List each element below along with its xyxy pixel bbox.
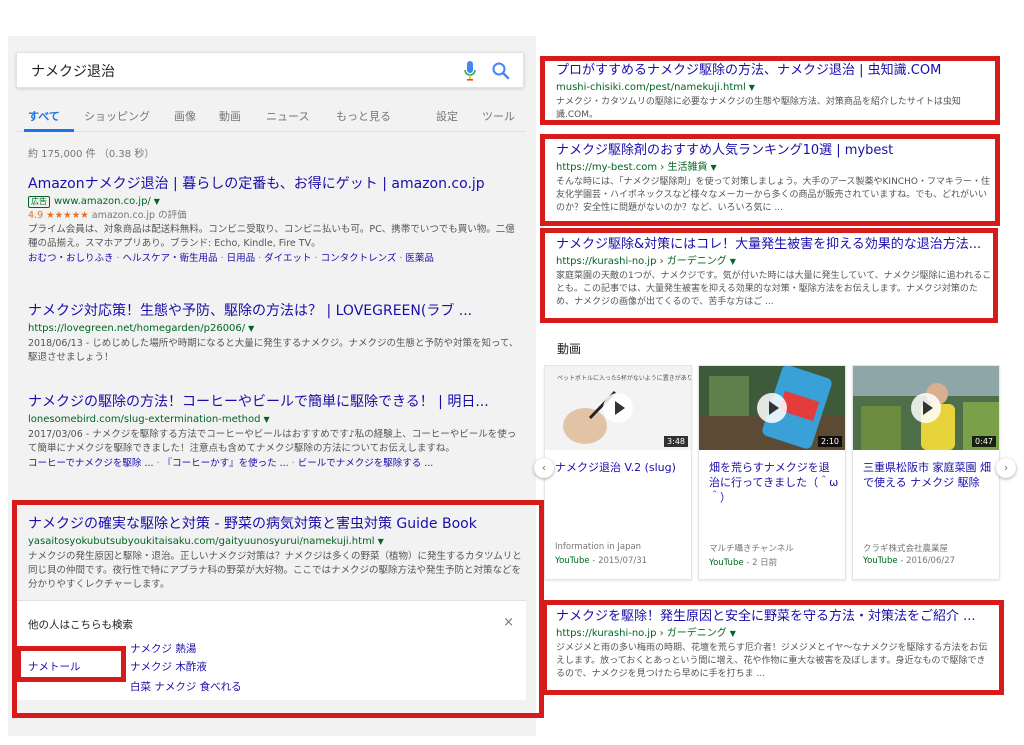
- sitelink[interactable]: コンタクトレンズ: [321, 253, 397, 264]
- video-source-name: YouTube: [709, 558, 744, 568]
- result-url: https://lovegreen.net/homegarden/p26006/…: [28, 322, 523, 336]
- highlight-box: [540, 56, 1000, 125]
- result-url-text[interactable]: lonesomebird.com/slug-extermination-meth…: [28, 414, 260, 425]
- search-icon[interactable]: [491, 61, 511, 81]
- highlight-box: [542, 600, 1004, 695]
- result-snippet: 2017/03/06 - ナメクジを駆除する方法でコーヒーやビールはおすすめです…: [28, 429, 517, 454]
- search-input[interactable]: ナメクジ退治: [16, 52, 524, 88]
- dropdown-arrow-icon[interactable]: ▼: [248, 324, 254, 333]
- play-icon[interactable]: [911, 393, 941, 423]
- video-source: YouTube - 2015/07/31: [555, 556, 648, 566]
- search-query-text[interactable]: ナメクジ退治: [31, 61, 115, 81]
- sitelink[interactable]: ダイエット: [264, 253, 311, 264]
- rating-line: 4.9 ★★★★★ amazon.co.jp の評価: [28, 209, 523, 222]
- deep-link[interactable]: ビールでナメクジを駆除する ...: [298, 458, 434, 469]
- deep-link[interactable]: コーヒーでナメクジを駆除 ...: [28, 458, 154, 469]
- result-url-text[interactable]: www.amazon.co.jp/: [54, 196, 151, 207]
- tab-more[interactable]: もっと見る: [336, 108, 391, 124]
- video-date: 2016/06/27: [906, 556, 956, 566]
- chevron-left-icon[interactable]: ‹: [534, 458, 554, 478]
- play-icon[interactable]: [757, 393, 787, 423]
- video-thumbnail[interactable]: 2:10: [699, 366, 845, 450]
- result-snippet: 2018/06/13 - じめじめした場所や時期になると大量に発生するナメクジ。…: [28, 338, 519, 363]
- video-source-name: YouTube: [863, 556, 898, 566]
- video-title[interactable]: 畑を荒らすナメクジを退治に行ってきました（＾ω＾）: [709, 460, 839, 505]
- video-duration: 2:10: [818, 436, 842, 447]
- result-snippet: プライム会員は、対象商品は配送料無料。コンビニ受取り、コンビニ払いも可。PC、携…: [28, 224, 515, 249]
- video-title[interactable]: 三重県松阪市 家庭菜園 畑で使える ナメクジ 駆除: [863, 460, 993, 490]
- video-source: YouTube - 2016/06/27: [863, 556, 956, 566]
- highlight-box: [540, 228, 998, 323]
- highlight-box: [16, 646, 126, 682]
- highlight-box: [12, 500, 544, 718]
- video-source-name: YouTube: [555, 556, 590, 566]
- tab-videos[interactable]: 動画: [219, 108, 241, 124]
- ad-result: Amazonナメクジ退治 | 暮らしの定番も、お得にゲット | amazon.c…: [28, 176, 523, 266]
- tab-news[interactable]: ニュース: [266, 108, 309, 124]
- dropdown-arrow-icon[interactable]: ▼: [263, 415, 269, 424]
- rating-value: 4.9: [28, 210, 44, 221]
- thumbnail-caption: ペットボトルに入った5杯がないように置きがあります。: [557, 374, 691, 382]
- result-title[interactable]: Amazonナメクジ退治 | 暮らしの定番も、お得にゲット | amazon.c…: [28, 176, 523, 193]
- highlight-box: [540, 134, 1000, 226]
- result-url-text[interactable]: https://lovegreen.net/homegarden/p26006/: [28, 323, 245, 334]
- microphone-icon[interactable]: [463, 60, 477, 82]
- play-icon[interactable]: [603, 393, 633, 423]
- search-result: ナメクジの駆除の方法！コーヒーやビールで簡単に駆除できる！ | 明日... lo…: [28, 394, 523, 471]
- video-card[interactable]: 2:10 畑を荒らすナメクジを退治に行ってきました（＾ω＾） マルチ囁きチャンネ…: [698, 365, 846, 580]
- video-channel: クラギ株式会社農業屋: [863, 544, 949, 554]
- video-title[interactable]: ナメクジ退治 V.2 (slug): [555, 460, 685, 475]
- video-channel: マルチ囁きチャンネル: [709, 544, 794, 554]
- result-url: 広告 www.amazon.co.jp/▼: [28, 195, 523, 209]
- tab-shopping[interactable]: ショッピング: [84, 108, 150, 124]
- search-tabs: すべて ショッピング 画像 動画 ニュース もっと見る 設定 ツール: [16, 98, 526, 132]
- tab-tools[interactable]: ツール: [482, 108, 515, 124]
- video-thumbnail[interactable]: ペットボトルに入った5杯がないように置きがあります。 3:48: [545, 366, 691, 450]
- video-card[interactable]: 0:47 三重県松阪市 家庭菜園 畑で使える ナメクジ 駆除 クラギ株式会社農業…: [852, 365, 1000, 580]
- ad-badge: 広告: [28, 196, 50, 208]
- result-url: lonesomebird.com/slug-extermination-meth…: [28, 413, 523, 427]
- dropdown-arrow-icon[interactable]: ▼: [154, 197, 160, 206]
- tab-settings[interactable]: 設定: [436, 108, 458, 124]
- videos-heading: 動画: [557, 342, 582, 356]
- video-duration: 0:47: [972, 436, 996, 447]
- sitelinks: おむつ・おしりふき · ヘルスケア・衛生用品 · 日用品 · ダイエット · コンタクトレンズ ·…: [28, 253, 434, 264]
- video-card[interactable]: ペットボトルに入った5杯がないように置きがあります。 3:48 ナメクジ退治 V…: [544, 365, 692, 580]
- search-result: ナメクジ対応策！生態や予防、駆除の方法は？ | LOVEGREEN(ラブ ...…: [28, 303, 523, 365]
- video-duration: 3:48: [664, 436, 688, 447]
- active-tab-indicator: [24, 129, 74, 132]
- rating-text: amazon.co.jp の評価: [91, 210, 187, 221]
- rating-stars-icon: ★★★★★: [46, 210, 89, 221]
- result-count: 約 175,000 件 （0.38 秒）: [28, 149, 155, 160]
- sitelink[interactable]: 医薬品: [405, 253, 434, 264]
- video-source: YouTube - 2 日前: [709, 558, 778, 568]
- video-channel: Information in Japan: [555, 542, 642, 552]
- deep-link[interactable]: 『コーヒーかす』を使った ...: [163, 458, 289, 469]
- video-date: 2015/07/31: [598, 556, 648, 566]
- sitelink[interactable]: ヘルスケア・衛生用品: [123, 253, 218, 264]
- sitelink[interactable]: おむつ・おしりふき: [28, 253, 114, 264]
- video-thumbnail[interactable]: 0:47: [853, 366, 999, 450]
- chevron-right-icon[interactable]: ›: [996, 458, 1016, 478]
- tab-all[interactable]: すべて: [28, 108, 60, 124]
- result-title[interactable]: ナメクジ対応策！生態や予防、駆除の方法は？ | LOVEGREEN(ラブ ...: [28, 303, 523, 320]
- tab-images[interactable]: 画像: [174, 108, 196, 124]
- sitelink[interactable]: 日用品: [227, 253, 256, 264]
- result-title[interactable]: ナメクジの駆除の方法！コーヒーやビールで簡単に駆除できる！ | 明日...: [28, 394, 523, 411]
- video-date: 2 日前: [752, 558, 778, 568]
- deep-links: コーヒーでナメクジを駆除 ... · 『コーヒーかす』を使った ... · ビー…: [28, 458, 434, 469]
